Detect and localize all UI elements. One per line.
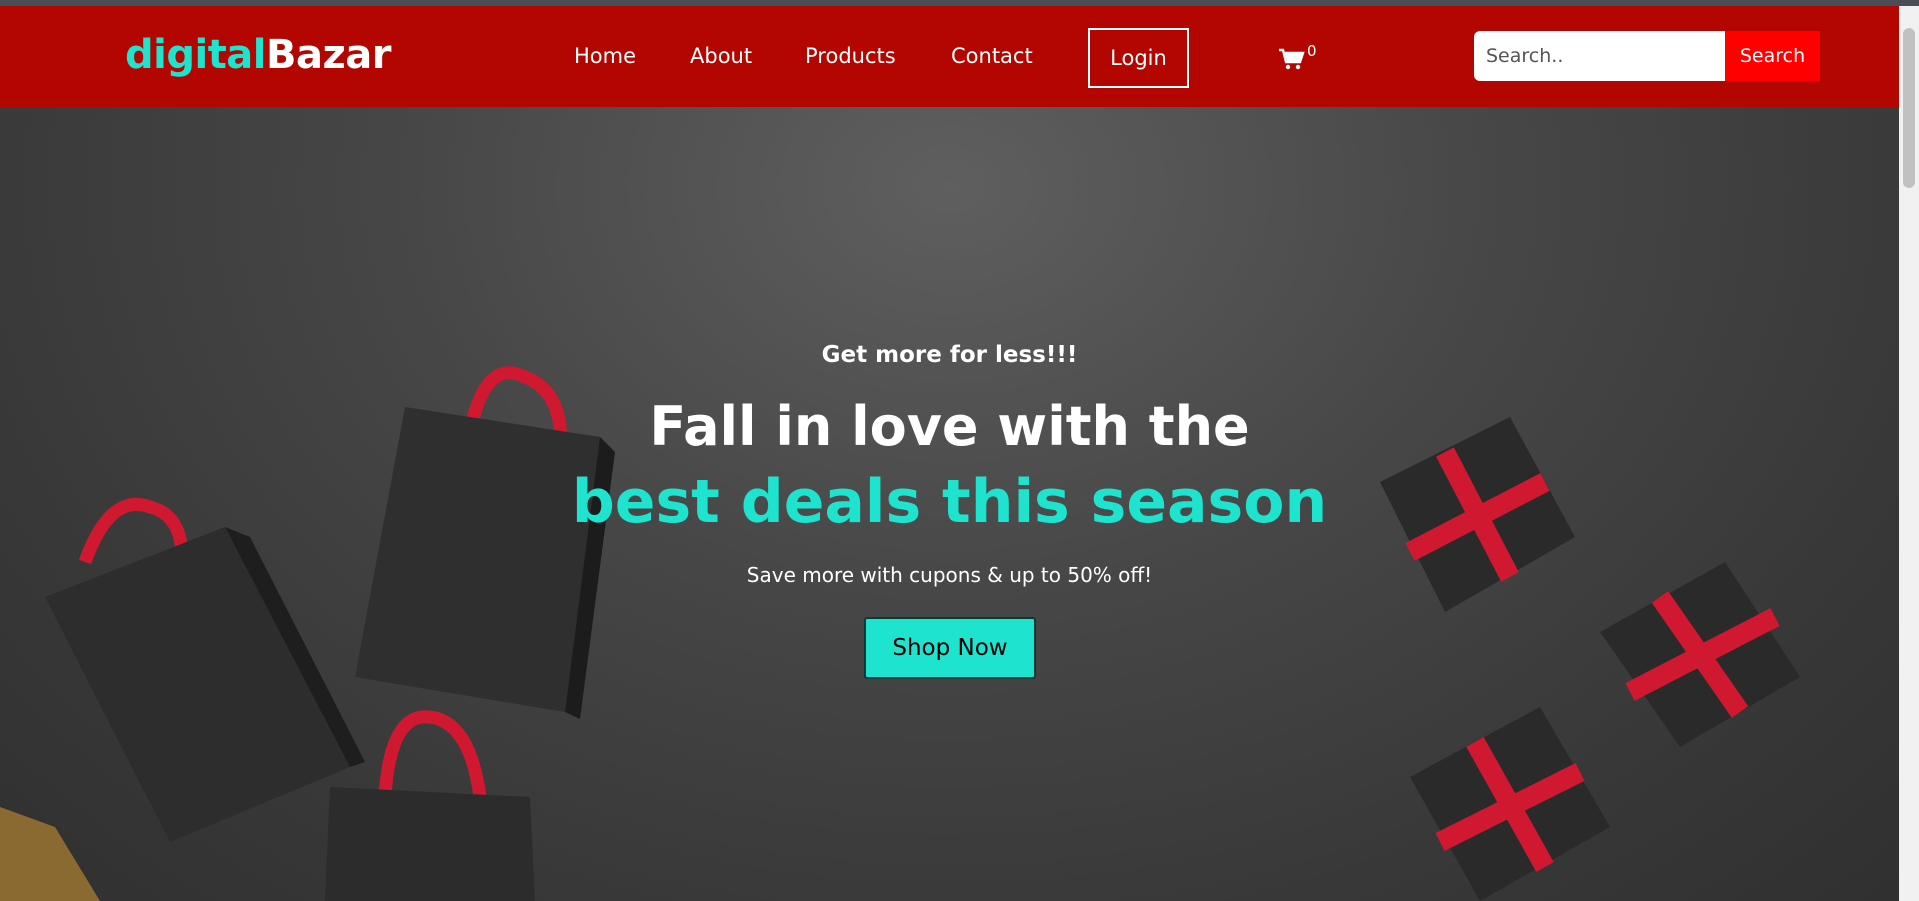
hero-headline-line2: best deals this season bbox=[571, 467, 1328, 537]
hero-banner: Get more for less!!! Fall in love with t… bbox=[0, 107, 1899, 901]
cart-count-badge: 0 bbox=[1307, 42, 1317, 60]
page-scrollbar[interactable] bbox=[1899, 6, 1919, 901]
hero-tagline: Get more for less!!! bbox=[821, 342, 1078, 368]
brand-logo[interactable]: digitalBazar bbox=[125, 32, 391, 78]
scrollbar-thumb[interactable] bbox=[1903, 28, 1915, 188]
nav-home-link[interactable]: Home bbox=[574, 44, 636, 68]
nav-contact-link[interactable]: Contact bbox=[951, 44, 1033, 68]
brand-logo-part2: Bazar bbox=[266, 32, 391, 78]
gift-box-image-3 bbox=[1410, 707, 1610, 901]
shop-now-button[interactable]: Shop Now bbox=[864, 617, 1036, 679]
navbar: digitalBazar Home About Products Contact… bbox=[0, 6, 1899, 107]
gold-decor-image bbox=[0, 807, 100, 901]
search-button[interactable]: Search bbox=[1725, 31, 1820, 81]
login-button[interactable]: Login bbox=[1088, 28, 1189, 88]
cart-button[interactable]: 0 bbox=[1279, 42, 1319, 72]
gift-box-image-2 bbox=[1600, 562, 1800, 747]
nav-about-link[interactable]: About bbox=[690, 44, 752, 68]
brand-logo-part1: digital bbox=[125, 32, 267, 78]
shopping-bag-image-1 bbox=[45, 497, 365, 842]
shopping-cart-icon bbox=[1279, 48, 1305, 70]
search-input[interactable] bbox=[1474, 31, 1726, 81]
nav-products-link[interactable]: Products bbox=[805, 44, 896, 68]
shopping-bag-image-3 bbox=[325, 710, 535, 901]
hero-subtext: Save more with cupons & up to 50% off! bbox=[746, 563, 1153, 587]
hero-headline-line1: Fall in love with the bbox=[649, 395, 1250, 458]
